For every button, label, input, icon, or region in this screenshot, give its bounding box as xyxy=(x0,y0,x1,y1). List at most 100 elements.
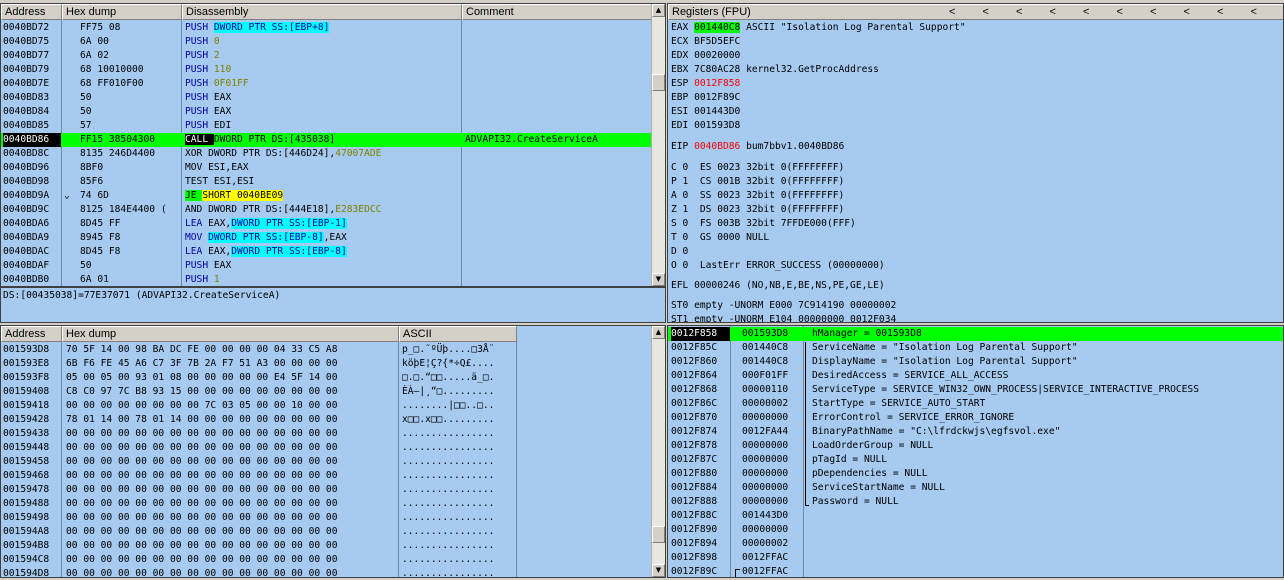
stack-row[interactable]: 0012F88C 001443D0 xyxy=(668,509,1283,523)
nav-arrow-icon[interactable]: < xyxy=(1251,5,1261,19)
stack-row[interactable]: 0012F878 00000000 LoadOrderGroup = NULL xyxy=(668,439,1283,453)
stack-row[interactable]: 0012F86C 00000002 StartType = SERVICE_AUTO… xyxy=(668,397,1283,411)
flag-segment-row[interactable]: O 0 LastErr ERROR_SUCCESS (00000000) xyxy=(671,259,885,273)
dump-row[interactable]: 00159478 00 00 00 00 00 00 00 00 00 00 00… xyxy=(1,483,652,497)
registers-header[interactable]: Registers (FPU) < < < < < < < < < < xyxy=(668,4,1283,20)
disasm-row[interactable]: 0040BD79 68 10010000 PUSH 110 xyxy=(1,63,652,77)
eflags-row[interactable]: EFL 00000246 (NO,NB,E,BE,NS,PE,GE,LE) xyxy=(671,279,885,293)
nav-arrow-icon[interactable]: < xyxy=(949,5,959,19)
col-header-hex[interactable]: Hex dump xyxy=(62,4,182,20)
stack-row[interactable]: 0012F89C 0012FFAC xyxy=(668,565,1283,577)
stack-row[interactable]: 0012F894 00000002 xyxy=(668,537,1283,551)
fpu-st1-row[interactable]: ST1 empty -UNORM E104 00000000 0012F034 xyxy=(671,313,896,322)
dump-row[interactable]: 00159408 C8 C0 97 7C B8 93 15 00 00 00 00… xyxy=(1,385,652,399)
dump-row[interactable]: 001593F8 05 00 05 00 93 01 08 00 00 00 00… xyxy=(1,371,652,385)
dump-col-header-ascii[interactable]: ASCII xyxy=(399,326,517,342)
stack-row[interactable]: 0012F874 0012FA44 BinaryPathName = "C:\lfr… xyxy=(668,425,1283,439)
scroll-thumb[interactable] xyxy=(652,74,665,91)
scroll-thumb[interactable] xyxy=(652,526,665,543)
register-row[interactable]: EBX 7C80AC28 kernel32.GetProcAddress xyxy=(671,63,879,77)
register-row[interactable]: EDX 00020000 xyxy=(671,49,740,63)
register-row[interactable]: ESI 001443D0 xyxy=(671,105,740,119)
register-value[interactable]: 0040BD86 xyxy=(694,141,740,152)
dump-row[interactable]: 00159448 00 00 00 00 00 00 00 00 00 00 00… xyxy=(1,441,652,455)
register-row[interactable]: EDI 001593D8 xyxy=(671,119,740,133)
disasm-row[interactable]: 0040BD7E 68 FF010F00 PUSH 0F01FF xyxy=(1,77,652,91)
stack-row[interactable]: 0012F858 001593D8 hManager = 001593D8 xyxy=(668,327,1283,341)
nav-arrow-icon[interactable]: < xyxy=(983,5,993,19)
disasm-row[interactable]: 0040BDAC 8D45 F8 LEA EAX,DWORD PTR SS:[EBP… xyxy=(1,245,652,259)
flag-segment-row[interactable]: P 1 CS 001B 32bit 0(FFFFFFFF) xyxy=(671,175,844,189)
dump-row[interactable]: 001594C8 00 00 00 00 00 00 00 00 00 00 00… xyxy=(1,553,652,567)
col-header-disassembly[interactable]: Disassembly xyxy=(182,4,462,20)
disasm-row[interactable]: 0040BDA9 8945 F8 MOV DWORD PTR SS:[EBP-8],… xyxy=(1,231,652,245)
stack-row[interactable]: 0012F888 00000000 Password = NULL xyxy=(668,495,1283,509)
dump-row[interactable]: 00159458 00 00 00 00 00 00 00 00 00 00 00… xyxy=(1,455,652,469)
disasm-row[interactable]: 0040BD9A ⌄ 74 6D JE SHORT 0040BE09 xyxy=(1,189,652,203)
stack-row[interactable]: 0012F864 000F01FF DesiredAccess = SERVICE_… xyxy=(668,369,1283,383)
stack-row[interactable]: 0012F890 00000000 xyxy=(668,523,1283,537)
flag-segment-row[interactable]: A 0 SS 0023 32bit 0(FFFFFFFF) xyxy=(671,189,844,203)
nav-arrow-icon[interactable]: < xyxy=(1016,5,1026,19)
disasm-row[interactable]: 0040BD84 50 PUSH EAX xyxy=(1,105,652,119)
disasm-row[interactable]: 0040BDB0 6A 01 PUSH 1 xyxy=(1,273,652,286)
dump-scrollbar[interactable]: ▲ ▼ xyxy=(651,326,665,577)
dump-row[interactable]: 00159428 78 01 14 00 78 01 14 00 00 00 00… xyxy=(1,413,652,427)
dump-row[interactable]: 00159488 00 00 00 00 00 00 00 00 00 00 00… xyxy=(1,497,652,511)
register-row[interactable]: EAX 001440C8 ASCII "Isolation Log Parent… xyxy=(671,21,966,35)
dump-row[interactable]: 001594D8 00 00 00 00 00 00 00 00 00 00 00… xyxy=(1,567,652,577)
register-row[interactable]: ESP 0012F858 xyxy=(671,77,740,91)
nav-arrow-icon[interactable]: < xyxy=(1184,5,1194,19)
nav-arrow-icon[interactable]: < xyxy=(1150,5,1160,19)
flag-segment-row[interactable]: C 0 ES 0023 32bit 0(FFFFFFFF) xyxy=(671,161,844,175)
stack-row[interactable]: 0012F85C 001440C8 ServiceName = "Isolation… xyxy=(668,341,1283,355)
dump-row[interactable]: 001594A8 00 00 00 00 00 00 00 00 00 00 00… xyxy=(1,525,652,539)
dump-col-header-address[interactable]: Address xyxy=(1,326,62,342)
nav-arrow-icon[interactable]: < xyxy=(1217,5,1227,19)
register-value[interactable]: 001440C8 xyxy=(694,22,741,33)
dump-row[interactable]: 001593E8 6B F6 FE 45 A6 C7 3F 7B 2A F7 51… xyxy=(1,357,652,371)
register-row[interactable]: EBP 0012F89C xyxy=(671,91,740,105)
stack-row[interactable]: 0012F868 00000110 ServiceType = SERVICE_WI… xyxy=(668,383,1283,397)
disasm-row[interactable]: 0040BD83 50 PUSH EAX xyxy=(1,91,652,105)
register-value[interactable]: BF5D5EFC xyxy=(694,36,740,47)
disassembly-scrollbar[interactable]: ▲ ▼ xyxy=(651,4,665,286)
stack-row[interactable]: 0012F860 001440C8 DisplayName = "Isolation… xyxy=(668,355,1283,369)
register-value[interactable]: 00020000 xyxy=(694,50,740,61)
dump-row[interactable]: 001593D8 70 5F 14 00 98 BA DC FE 00 00 00… xyxy=(1,343,652,357)
disasm-row[interactable]: 0040BDAF 50 PUSH EAX xyxy=(1,259,652,273)
dump-row[interactable]: 00159438 00 00 00 00 00 00 00 00 00 00 00… xyxy=(1,427,652,441)
disasm-row[interactable]: 0040BD96 8BF0 MOV ESI,EAX xyxy=(1,161,652,175)
flag-segment-row[interactable]: T 0 GS 0000 NULL xyxy=(671,231,769,245)
stack-row[interactable]: 0012F884 00000000 ServiceStartName = NULL xyxy=(668,481,1283,495)
nav-arrow-icon[interactable]: < xyxy=(1050,5,1060,19)
flag-segment-row[interactable]: S 0 FS 003B 32bit 7FFDE000(FFF) xyxy=(671,217,856,231)
scroll-down-button[interactable]: ▼ xyxy=(652,564,665,577)
flag-segment-row[interactable]: Z 1 DS 0023 32bit 0(FFFFFFFF) xyxy=(671,203,844,217)
fpu-st0-row[interactable]: ST0 empty -UNORM E000 7C914190 00000002 xyxy=(671,299,896,313)
disasm-row[interactable]: 0040BDA6 8D45 FF LEA EAX,DWORD PTR SS:[EBP… xyxy=(1,217,652,231)
dump-row[interactable]: 001594B8 00 00 00 00 00 00 00 00 00 00 00… xyxy=(1,539,652,553)
register-value[interactable]: 001593D8 xyxy=(694,120,740,131)
disasm-row[interactable]: 0040BD8C 8135 246D4400 XOR DWORD PTR DS:[… xyxy=(1,147,652,161)
disasm-row[interactable]: 0040BD9C 8125 184E4400 (AND DWORD PTR DS:… xyxy=(1,203,652,217)
register-row[interactable]: ECX BF5D5EFC xyxy=(671,35,740,49)
scroll-down-button[interactable]: ▼ xyxy=(652,273,665,286)
dump-row[interactable]: 00159418 00 00 00 00 00 00 00 00 7C 03 05… xyxy=(1,399,652,413)
dump-row[interactable]: 00159468 00 00 00 00 00 00 00 00 00 00 00… xyxy=(1,469,652,483)
disasm-row[interactable]: 0040BD98 85F6 TEST ESI,ESI xyxy=(1,175,652,189)
disasm-row[interactable]: 0040BD72 FF75 08 PUSH DWORD PTR SS:[EBP+8] xyxy=(1,21,652,35)
col-header-address[interactable]: Address xyxy=(1,4,62,20)
flag-segment-row[interactable]: D 0 xyxy=(671,245,688,259)
register-value[interactable]: 0012F858 xyxy=(694,78,740,89)
register-row-eip[interactable]: EIP 0040BD86 bum7bbv1.0040BD86 xyxy=(671,140,844,154)
stack-row[interactable]: 0012F87C 00000000 pTagId = NULL xyxy=(668,453,1283,467)
dump-col-header-hex[interactable]: Hex dump xyxy=(62,326,399,342)
register-value[interactable]: 001443D0 xyxy=(694,106,740,117)
nav-arrow-icon[interactable]: < xyxy=(1083,5,1093,19)
disasm-row[interactable]: 0040BD86 FF15 38504300 CALL DWORD PTR DS:[… xyxy=(1,133,652,147)
disasm-row[interactable]: 0040BD75 6A 00 PUSH 0 xyxy=(1,35,652,49)
disasm-row[interactable]: 0040BD85 57 PUSH EDI xyxy=(1,119,652,133)
register-value[interactable]: 0012F89C xyxy=(694,92,740,103)
scroll-up-button[interactable]: ▲ xyxy=(652,4,665,17)
